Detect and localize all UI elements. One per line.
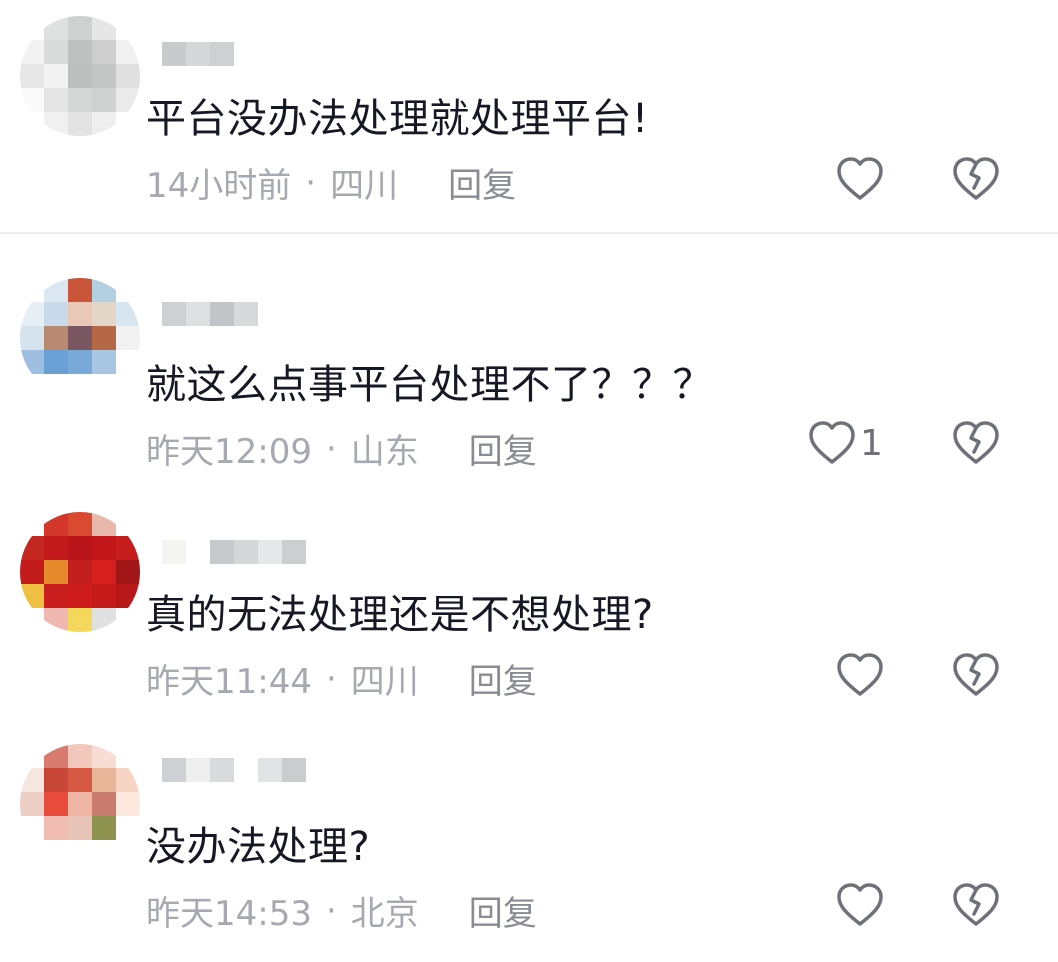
username-blurred[interactable] xyxy=(162,540,306,564)
comment-location: 山东 xyxy=(350,432,419,472)
comment-meta: 14小时前 · 四川 回复 xyxy=(146,158,516,207)
heart-outline-icon xyxy=(837,653,883,696)
heart-outline-icon xyxy=(837,157,883,200)
comment-meta: 昨天12:09 · 山东 回复 xyxy=(146,424,537,473)
meta-separator: · xyxy=(325,890,337,931)
broken-heart-icon xyxy=(953,883,999,926)
avatar[interactable] xyxy=(20,278,140,398)
comment-time: 昨天11:44 xyxy=(146,662,312,702)
avatar[interactable] xyxy=(20,512,140,632)
meta-separator: · xyxy=(325,428,337,469)
meta-separator: · xyxy=(325,658,337,699)
dislike-button[interactable] xyxy=(952,420,1000,470)
avatar[interactable] xyxy=(20,16,140,136)
comment-location: 北京 xyxy=(350,894,419,934)
comment-text: 就这么点事平台处理不了？？？ xyxy=(146,362,713,408)
comment-meta: 昨天14:53 · 北京 回复 xyxy=(146,886,537,935)
like-count: 1 xyxy=(860,422,883,464)
username-blurred[interactable] xyxy=(162,302,258,326)
broken-heart-icon xyxy=(953,157,999,200)
reply-button[interactable]: 回复 xyxy=(469,654,537,703)
reply-button[interactable]: 回复 xyxy=(469,886,537,935)
comment-time: 昨天14:53 xyxy=(146,894,312,934)
like-button[interactable]: 1 xyxy=(808,420,883,466)
comment-text: 没办法处理? xyxy=(146,824,371,870)
broken-heart-icon xyxy=(953,653,999,696)
dislike-button[interactable] xyxy=(952,652,1000,702)
comment-meta: 昨天11:44 · 四川 回复 xyxy=(146,654,537,703)
comment-time: 14小时前 xyxy=(146,166,292,206)
like-button[interactable] xyxy=(836,652,888,698)
heart-outline-icon xyxy=(809,421,855,464)
username-blurred[interactable] xyxy=(162,758,306,782)
broken-heart-icon xyxy=(953,421,999,464)
dislike-button[interactable] xyxy=(952,156,1000,206)
like-button[interactable] xyxy=(836,156,888,202)
reply-button[interactable]: 回复 xyxy=(448,158,516,207)
section-divider xyxy=(0,232,1058,234)
comment-location: 四川 xyxy=(350,662,419,702)
comment-text: 平台没办法处理就处理平台! xyxy=(146,96,649,142)
reply-button[interactable]: 回复 xyxy=(469,424,537,473)
comment-time: 昨天12:09 xyxy=(146,432,312,472)
dislike-button[interactable] xyxy=(952,882,1000,932)
avatar[interactable] xyxy=(20,744,140,864)
like-button[interactable] xyxy=(836,882,888,928)
username-blurred[interactable] xyxy=(162,42,234,66)
comment-location: 四川 xyxy=(330,166,399,206)
meta-separator: · xyxy=(305,162,317,203)
heart-outline-icon xyxy=(837,883,883,926)
comment-text: 真的无法处理还是不想处理? xyxy=(146,592,654,638)
